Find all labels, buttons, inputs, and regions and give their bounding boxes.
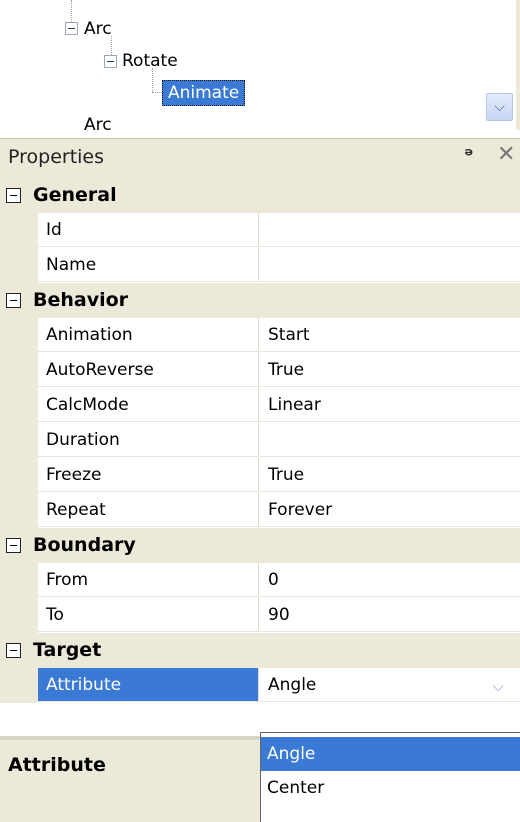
property-name: Duration [38, 423, 259, 457]
property-value[interactable]: Linear [260, 388, 520, 422]
collapse-icon[interactable] [6, 293, 21, 308]
property-value[interactable]: True [260, 353, 520, 387]
property-name: AutoReverse [38, 353, 259, 387]
scroll-down-button[interactable]: ⌵ [486, 93, 513, 121]
property-row-duration[interactable]: Duration [0, 423, 520, 458]
property-row-repeat[interactable]: Repeat Forever [0, 493, 520, 528]
category-behavior[interactable]: Behavior [0, 283, 520, 318]
property-value[interactable]: Angle [260, 668, 520, 702]
tree-node-label: Arc [84, 115, 112, 130]
property-row-calcmode[interactable]: CalcMode Linear [0, 388, 520, 423]
property-value[interactable] [260, 248, 520, 282]
collapse-icon[interactable] [65, 22, 78, 35]
property-value[interactable] [260, 213, 520, 247]
property-row-freeze[interactable]: Freeze True [0, 458, 520, 493]
category-label: Boundary [33, 534, 136, 556]
description-title: Attribute [8, 754, 106, 776]
property-value[interactable]: 0 [260, 563, 520, 597]
property-grid[interactable]: General Id Name Behavior Animation Start… [0, 178, 520, 703]
collapse-icon[interactable] [6, 538, 21, 553]
property-value[interactable]: True [260, 458, 520, 492]
attribute-dropdown-list[interactable]: Angle Center [260, 732, 520, 822]
property-row-from[interactable]: From 0 [0, 563, 520, 598]
dropdown-option-center[interactable]: Center [261, 771, 520, 805]
tree-node-animate[interactable]: Animate [162, 80, 246, 106]
property-value[interactable]: Forever [260, 493, 520, 527]
property-name: Repeat [38, 493, 259, 527]
pin-icon[interactable]: ᵊ [464, 143, 474, 167]
property-name: Attribute [38, 668, 259, 702]
tree-node-label: Animate [168, 83, 240, 103]
properties-title: Properties [8, 146, 105, 168]
property-value[interactable]: 90 [260, 598, 520, 632]
tree-node-rotate[interactable]: Rotate [122, 48, 178, 74]
tree-node-label: Rotate [122, 51, 178, 71]
collapse-icon[interactable] [6, 643, 21, 658]
chevron-down-icon[interactable]: ⌵ [484, 673, 512, 699]
tree-node-arc[interactable]: Arc [84, 16, 112, 42]
property-name: Id [38, 213, 259, 247]
property-row-autoreverse[interactable]: AutoReverse True [0, 353, 520, 388]
category-target[interactable]: Target [0, 633, 520, 668]
property-value[interactable]: Start [260, 318, 520, 352]
tree-node-label: Arc [84, 19, 112, 39]
chevron-down-icon: ⌵ [494, 99, 505, 115]
category-label: Target [33, 639, 102, 661]
dropdown-option-angle[interactable]: Angle [261, 737, 520, 771]
tree-connector [152, 68, 153, 92]
property-name: To [38, 598, 259, 632]
scrollbar-track[interactable] [516, 0, 520, 130]
tree-node-arc-2[interactable]: Arc [84, 112, 112, 130]
category-label: Behavior [33, 289, 129, 311]
property-name: CalcMode [38, 388, 259, 422]
collapse-icon[interactable] [6, 188, 21, 203]
property-value[interactable] [260, 423, 520, 457]
property-name: From [38, 563, 259, 597]
tree-connector [152, 92, 162, 93]
property-row-attribute[interactable]: Attribute Angle ⌵ [0, 668, 520, 703]
property-name: Animation [38, 318, 259, 352]
tree-view[interactable]: Arc Rotate Animate Arc ⌵ [0, 0, 520, 130]
property-name: Name [38, 248, 259, 282]
collapse-icon[interactable] [104, 55, 117, 68]
category-general[interactable]: General [0, 178, 520, 213]
category-label: General [33, 184, 117, 206]
property-row-name[interactable]: Name [0, 248, 520, 283]
category-boundary[interactable]: Boundary [0, 528, 520, 563]
property-row-to[interactable]: To 90 [0, 598, 520, 633]
property-name: Freeze [38, 458, 259, 492]
property-row-animation[interactable]: Animation Start [0, 318, 520, 353]
property-row-id[interactable]: Id [0, 213, 520, 248]
properties-header: Properties ᵊ ✕ [0, 138, 520, 178]
close-icon[interactable]: ✕ [497, 142, 515, 167]
